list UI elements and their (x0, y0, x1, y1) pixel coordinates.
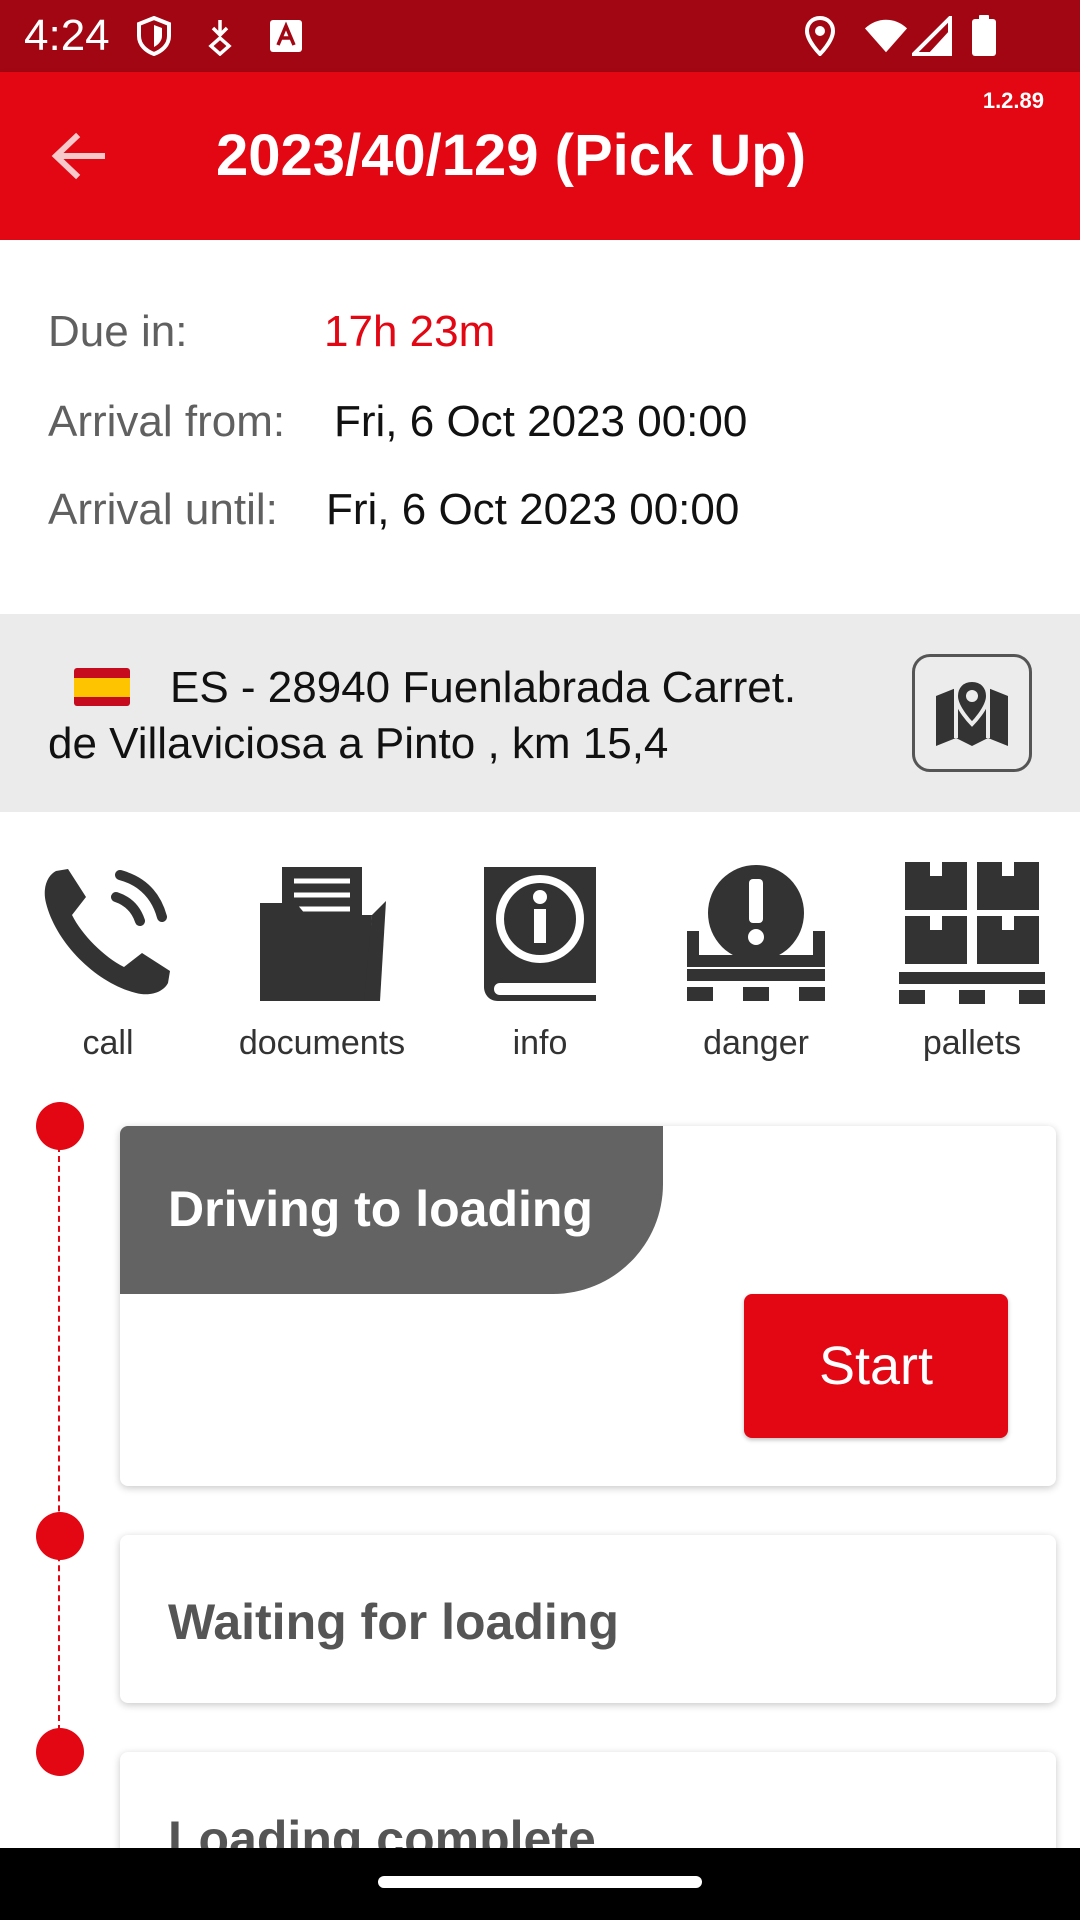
arrival-until-label: Arrival until: (48, 485, 278, 534)
due-row: Due in: 17h 23m (48, 306, 495, 358)
app-version: 1.2.89 (982, 88, 1044, 113)
home-gesture-handle[interactable] (378, 1876, 702, 1888)
step-card-waiting[interactable]: Waiting for loading (120, 1535, 1056, 1703)
location-icon (798, 14, 842, 58)
map-pin-icon (936, 678, 1008, 746)
due-value: 17h 23m (324, 307, 496, 356)
danger-label: danger (703, 1024, 809, 1062)
timeline-dot (36, 1728, 84, 1776)
step-card-driving: Driving to loading Start (120, 1126, 1056, 1486)
order-details: Due in: 17h 23m Arrival from: Fri, 6 Oct 2… (0, 240, 1080, 614)
address-line-2: de Villaviciosa a Pinto , km 15,4 (48, 719, 669, 768)
danger-button[interactable]: danger (656, 856, 856, 1076)
spain-flag-icon (74, 668, 130, 706)
danger-pallet-icon (681, 856, 831, 1006)
start-button[interactable]: Start (744, 1294, 1008, 1438)
arrival-until-row: Arrival until: Fri, 6 Oct 2023 00:00 (48, 484, 739, 536)
address-line-1: ES - 28940 Fuenlabrada Carret. (170, 663, 797, 712)
pallets-icon (897, 856, 1047, 1006)
address-text: ES - 28940 Fuenlabrada Carret. de Villav… (48, 660, 868, 772)
info-book-icon (465, 856, 615, 1006)
arrival-from-row: Arrival from: Fri, 6 Oct 2023 00:00 (48, 396, 747, 448)
step-title: Waiting for loading (168, 1594, 619, 1650)
documents-button[interactable]: documents (222, 856, 422, 1076)
download-icon (198, 14, 242, 58)
pallets-label: pallets (922, 1024, 1022, 1062)
screen: 4:24 2023/40/129 (Pick Up) 1.2.89 Due in… (0, 0, 1080, 1920)
due-label: Due in: (48, 307, 188, 356)
step-tab: Driving to loading (120, 1126, 663, 1294)
step-title: Driving to loading (168, 1181, 593, 1237)
address-panel: ES - 28940 Fuenlabrada Carret. de Villav… (0, 614, 1080, 812)
wifi-icon (864, 14, 908, 58)
timeline-dot (36, 1102, 84, 1150)
font-icon (264, 14, 308, 58)
phone-icon (33, 856, 183, 1006)
status-time: 4:24 (24, 11, 110, 60)
open-map-button[interactable] (912, 654, 1032, 772)
info-button[interactable]: info (440, 856, 640, 1076)
call-label: call (82, 1024, 134, 1062)
folder-icon (247, 856, 397, 1006)
timeline-line (58, 1126, 60, 1751)
pallets-button[interactable]: pallets (872, 856, 1072, 1076)
quick-actions: call documents info danger pallets (0, 812, 1080, 1080)
back-button[interactable] (40, 118, 116, 194)
documents-label: documents (238, 1024, 406, 1062)
status-bar: 4:24 (0, 0, 1080, 72)
battery-icon (962, 14, 1006, 58)
shield-icon (132, 14, 176, 58)
arrival-until-value: Fri, 6 Oct 2023 00:00 (326, 485, 740, 534)
call-button[interactable]: call (8, 856, 208, 1076)
arrival-from-label: Arrival from: (48, 397, 286, 446)
timeline-dot (36, 1512, 84, 1560)
arrival-from-value: Fri, 6 Oct 2023 00:00 (334, 397, 748, 446)
navigation-bar (0, 1848, 1080, 1920)
arrow-left-icon (51, 132, 105, 180)
page-title: 2023/40/129 (Pick Up) (216, 123, 807, 188)
app-bar: 2023/40/129 (Pick Up) 1.2.89 (0, 72, 1080, 240)
signal-icon (910, 14, 954, 58)
info-label: info (512, 1024, 568, 1062)
